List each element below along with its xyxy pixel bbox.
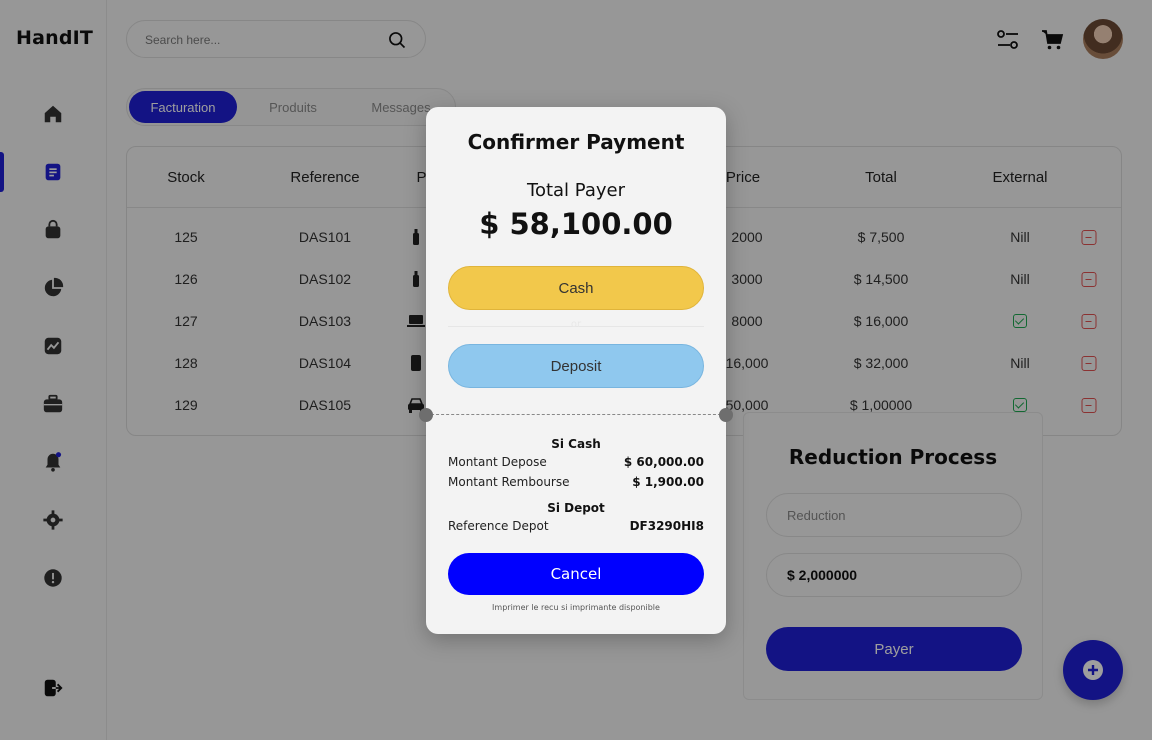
refund-amount-label: Montant Rembourse	[448, 475, 570, 489]
confirm-payment-modal: Confirmer Payment Total Payer $ 58,100.0…	[419, 107, 733, 634]
modal-title: Confirmer Payment	[467, 130, 685, 154]
cash-button[interactable]: Cash	[448, 266, 704, 310]
total-amount: $ 58,100.00	[479, 207, 673, 241]
receipt-notch-right	[719, 408, 733, 422]
deposited-amount-value: $ 60,000.00	[623, 455, 704, 469]
deposit-button[interactable]: Deposit	[448, 344, 704, 388]
depot-reference-label: Reference Depot	[448, 519, 549, 533]
deposited-amount-label: Montant Depose	[448, 455, 547, 469]
depot-section-heading: Si Depot	[547, 501, 605, 515]
receipt-notch-left	[419, 408, 433, 422]
refund-amount-value: $ 1,900.00	[632, 475, 704, 489]
print-hint: Imprimer le recu si imprimante disponibl…	[492, 603, 660, 612]
depot-reference-value: DF3290HI8	[629, 519, 704, 533]
total-label: Total Payer	[527, 180, 625, 201]
cancel-button[interactable]: Cancel	[448, 553, 704, 595]
cash-section-heading: Si Cash	[551, 437, 601, 451]
receipt-divider	[426, 414, 726, 415]
or-label: or	[570, 319, 582, 330]
